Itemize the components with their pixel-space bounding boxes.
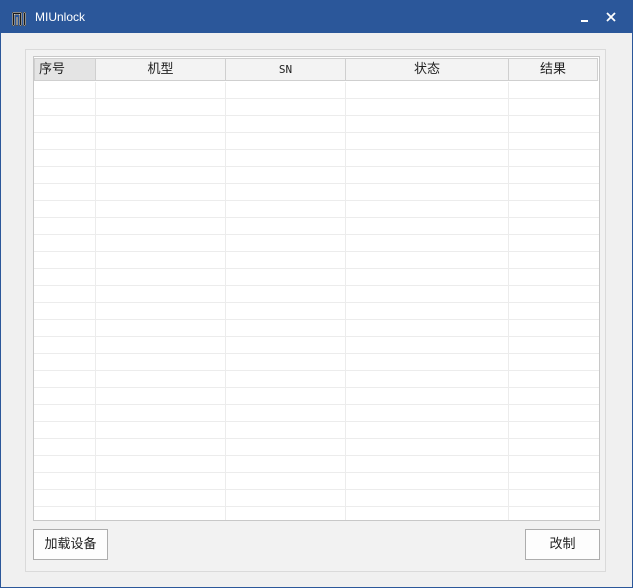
main-window: MIUnlock 序号 机型 SN 状态 结果 加载设备 改制 bbox=[0, 0, 633, 588]
table-row[interactable] bbox=[34, 167, 599, 184]
minimize-icon[interactable] bbox=[577, 9, 593, 25]
table-row[interactable] bbox=[34, 252, 599, 269]
column-header-model[interactable]: 机型 bbox=[95, 58, 226, 81]
column-header-status[interactable]: 状态 bbox=[345, 58, 509, 81]
close-icon[interactable] bbox=[603, 9, 619, 25]
table-row[interactable] bbox=[34, 150, 599, 167]
title-bar[interactable]: MIUnlock bbox=[1, 1, 632, 33]
table-row[interactable] bbox=[34, 218, 599, 235]
table-row[interactable] bbox=[34, 201, 599, 218]
table-row[interactable] bbox=[34, 286, 599, 303]
table-body[interactable] bbox=[34, 82, 599, 520]
table-row[interactable] bbox=[34, 133, 599, 150]
table-row[interactable] bbox=[34, 371, 599, 388]
table-row[interactable] bbox=[34, 456, 599, 473]
make-button[interactable]: 改制 bbox=[525, 529, 600, 560]
table-row[interactable] bbox=[34, 235, 599, 252]
table-row[interactable] bbox=[34, 473, 599, 490]
table-row[interactable] bbox=[34, 82, 599, 99]
load-devices-button[interactable]: 加载设备 bbox=[33, 529, 108, 560]
table-row[interactable] bbox=[34, 116, 599, 133]
table-row[interactable] bbox=[34, 303, 599, 320]
window-title: MIUnlock bbox=[35, 10, 86, 24]
table-row[interactable] bbox=[34, 405, 599, 422]
device-table[interactable]: 序号 机型 SN 状态 结果 bbox=[33, 56, 600, 521]
column-header-result[interactable]: 结果 bbox=[508, 58, 598, 81]
table-row[interactable] bbox=[34, 320, 599, 337]
table-row[interactable] bbox=[34, 388, 599, 405]
table-row[interactable] bbox=[34, 490, 599, 507]
table-row[interactable] bbox=[34, 184, 599, 201]
table-row[interactable] bbox=[34, 439, 599, 456]
column-header-sn[interactable]: SN bbox=[225, 58, 346, 81]
table-row[interactable] bbox=[34, 422, 599, 439]
table-row[interactable] bbox=[34, 99, 599, 116]
mi-logo-icon bbox=[11, 11, 27, 27]
table-row[interactable] bbox=[34, 337, 599, 354]
column-header-index[interactable]: 序号 bbox=[34, 58, 96, 81]
table-row[interactable] bbox=[34, 269, 599, 286]
table-row[interactable] bbox=[34, 354, 599, 371]
table-header: 序号 机型 SN 状态 结果 bbox=[34, 57, 599, 81]
